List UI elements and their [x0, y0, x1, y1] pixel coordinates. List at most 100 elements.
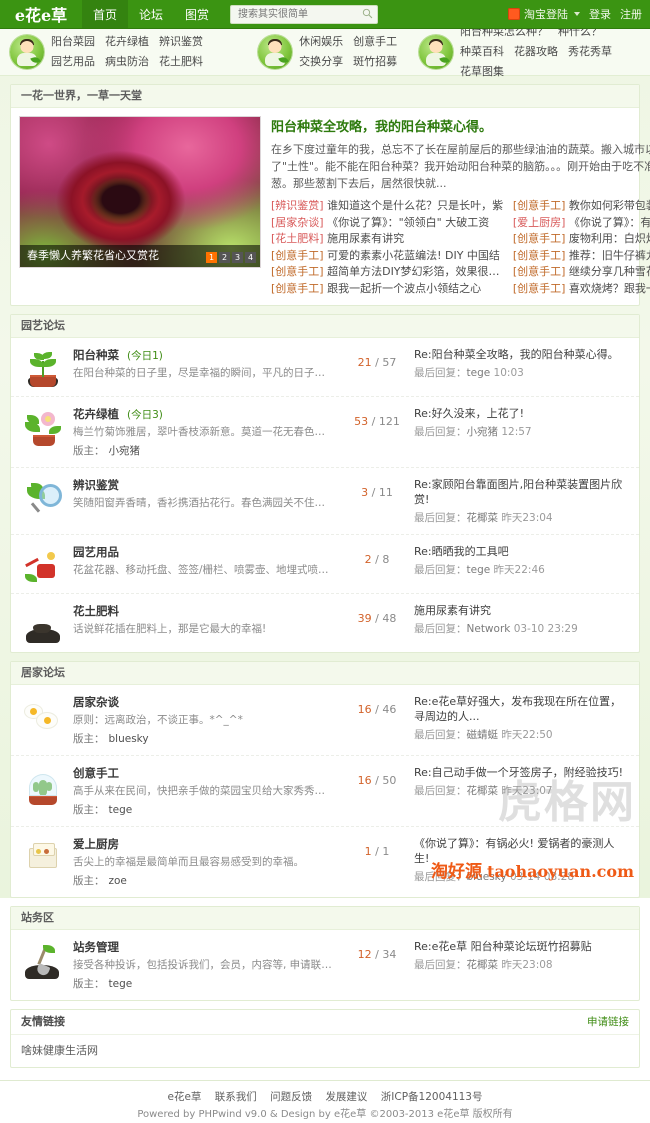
forum-name[interactable]: 居家杂谈 — [73, 694, 334, 710]
feature-pager-1[interactable]: 1 — [206, 252, 217, 263]
login-link[interactable]: 登录 — [589, 6, 611, 22]
forum-name[interactable]: 辨识鉴赏 — [73, 477, 334, 493]
list-item[interactable]: [创意手工] 喜欢烧烤？跟我一起利用废油桶改造 — [513, 281, 650, 298]
last-post-title[interactable]: Re:e花e草好强大，发布我现在所在位置，寻周边的人... — [414, 694, 629, 724]
taobao-login-link[interactable]: 淘宝登陆 — [524, 6, 568, 22]
table-row[interactable]: 园艺用品 花盆花器、移动托盘、签签/栅栏、喷雾壶、地埋式喷头、散喷/渗灌/滴头、… — [11, 535, 639, 594]
last-post-user[interactable]: bluesky — [467, 871, 507, 883]
last-post-title[interactable]: 施用尿素有讲究 — [414, 603, 629, 618]
last-post-title[interactable]: 《你说了算》：有锅必火! 爱锅者的豪测人生! — [414, 836, 629, 866]
last-post-user[interactable]: 花椰菜 — [467, 959, 499, 971]
list-item[interactable]: [辨识鉴赏] 谁知道这个是什么花？只是长叶，紫 — [271, 198, 507, 215]
list-item[interactable]: [创意手工] 跟我一起折一个波点小领结之心 — [271, 281, 507, 298]
forum-name[interactable]: 创意手工 — [73, 765, 334, 781]
cat-link-identify[interactable]: 辨识鉴赏 — [159, 32, 203, 52]
last-post-title[interactable]: Re:e花e草 阳台种菜论坛斑竹招募贴 — [414, 939, 629, 954]
list-item[interactable]: [创意手工] 超简单方法DIY梦幻彩箔，效果很棒。 — [271, 264, 507, 281]
feature-pager[interactable]: 1 2 3 4 — [206, 252, 256, 263]
last-post-title[interactable]: Re:自己动手做一个牙签房子，附经验技巧! — [414, 765, 629, 780]
chevron-down-icon[interactable] — [574, 12, 580, 16]
last-post-user[interactable]: tege — [467, 564, 491, 576]
search-box[interactable] — [230, 4, 379, 24]
last-post-user[interactable]: 磁蜻蜓 — [467, 729, 499, 741]
last-post-user[interactable]: tege — [467, 367, 491, 379]
cat-link-veggie-wiki[interactable]: 种菜百科 — [460, 42, 504, 62]
nav-item-gallery[interactable]: 图赏 — [174, 0, 220, 28]
footer-link-suggestions[interactable]: 发展建议 — [325, 1091, 367, 1103]
last-post-title[interactable]: Re:家顾阳台靠面图片,阳台种菜装置图片欣赏! — [414, 477, 629, 507]
cat-link-flowers-plants[interactable]: 花卉绿植 — [105, 32, 149, 52]
table-row[interactable]: 居家杂谈 原则：远离政治，不谈正事。*^_^* 版主： bluesky 16 / … — [11, 685, 639, 756]
last-post-title[interactable]: Re:阳台种菜全攻略，我的阳台种菜心得。 — [414, 347, 629, 362]
apply-link-button[interactable]: 申请链接 — [587, 1010, 629, 1034]
cat-link-entertainment[interactable]: 休闲娱乐 — [299, 32, 343, 52]
table-row[interactable]: 花土肥料 话说鲜花插在肥料上，那是它最大的幸福! 39 / 48 施用尿素有讲究… — [11, 594, 639, 652]
nav-item-forum[interactable]: 论坛 — [128, 0, 174, 28]
list-item[interactable]: [花土肥料] 施用尿素有讲究 — [271, 231, 507, 248]
footer-link-feedback[interactable]: 问题反馈 — [270, 1091, 312, 1103]
cat-link-exchange[interactable]: 交换分享 — [299, 52, 343, 72]
cat-link-pest-control[interactable]: 病虫防治 — [105, 52, 149, 72]
friend-link-item[interactable]: 啥妹健康生活网 — [21, 1044, 98, 1057]
cat-link-show-flowers[interactable]: 秀花秀草 — [568, 42, 612, 62]
last-post-title[interactable]: Re:晒晒我的工具吧 — [414, 544, 629, 559]
last-post-user[interactable]: 花椰菜 — [467, 785, 499, 797]
link-title[interactable]: 施用尿素有讲究 — [327, 232, 404, 245]
list-item[interactable]: [创意手工] 废物利用：白炽灯泡的美轮世界!~ — [513, 231, 650, 248]
moderator-name[interactable]: bluesky — [109, 733, 149, 745]
forum-name[interactable]: 站务管理 — [73, 939, 334, 955]
link-title[interactable]: 超简单方法DIY梦幻彩箔，效果很棒。 — [327, 265, 507, 278]
last-post-title[interactable]: Re:好久没来，上花了! — [414, 406, 629, 421]
cat-link-balcony-garden[interactable]: 阳台菜园 — [51, 32, 95, 52]
link-title[interactable]: 《你说了算》："领领白" 大破工资 — [327, 216, 489, 229]
site-logo[interactable]: e花e草 — [0, 0, 82, 28]
moderator-name[interactable]: zoe — [109, 875, 127, 887]
cat-link-plant-album[interactable]: 花草图集 — [460, 62, 504, 82]
cat-link-handcraft[interactable]: 创意手工 — [353, 32, 397, 52]
footer-link-contact[interactable]: 联系我们 — [215, 1091, 257, 1103]
list-item[interactable]: [爱上厨房] 《你说了算》：有锅必火! 爱锅者的 — [513, 215, 650, 232]
feature-pager-2[interactable]: 2 — [219, 252, 230, 263]
list-item[interactable]: [创意手工] 推荐：旧牛仔裤九个环保处理法，超 — [513, 248, 650, 265]
forum-name[interactable]: 花土肥料 — [73, 603, 334, 619]
search-input[interactable] — [236, 5, 357, 23]
link-title[interactable]: 跟我一起折一个波点小领结之心 — [327, 282, 481, 295]
table-row[interactable]: 爱上厨房 舌尖上的幸福是最简单而且最容易感受到的幸福。 版主： zoe 1 / 1… — [11, 827, 639, 897]
last-post-user[interactable]: 小宛猪 — [467, 426, 499, 438]
table-row[interactable]: 辨识鉴赏 笑随阳窗弄香晴，香衫携酒拈花行。春色满园关不住，一支红杏出墙来。 3 … — [11, 468, 639, 535]
feature-pager-3[interactable]: 3 — [232, 252, 243, 263]
link-title[interactable]: 谁知道这个是什么花？只是长叶，紫 — [327, 199, 503, 212]
nav-item-home[interactable]: 首页 — [82, 0, 129, 28]
table-row[interactable]: 创意手工 高手从来在民间，快把亲手做的菜园宝贝给大家秀秀吧~~ 版主： tege … — [11, 756, 639, 827]
forum-name[interactable]: 阳台种菜 (今日1) — [73, 347, 334, 363]
taobao-login-entry[interactable]: 淘宝登陆 — [508, 6, 580, 22]
link-title[interactable]: 喜欢烧烤？跟我一起利用废油桶改造 — [569, 282, 650, 295]
list-item[interactable]: [居家杂谈] 《你说了算》："领领白" 大破工资 — [271, 215, 507, 232]
table-row[interactable]: 阳台种菜 (今日1) 在阳台种菜的日子里，尽是幸福的瞬间，平凡的日子有了甜蜜的期… — [11, 338, 639, 397]
table-row[interactable]: 站务管理 接受各种投诉，包括投诉我们，会员，内容等, 申请联盟论坛等。 版主： t… — [11, 930, 639, 1000]
search-icon[interactable] — [362, 8, 373, 19]
list-item[interactable]: [创意手工] 继续分享几种雪花手工剪纸 — [513, 264, 650, 281]
feature-image[interactable]: 春季懒人养繁花省心又赏花 1 2 3 4 — [19, 116, 261, 268]
list-item[interactable]: [创意手工] 可爱的素素小花蓝编法! DIY 中国结 — [271, 248, 507, 265]
link-title[interactable]: 推荐：旧牛仔裤九个环保处理法，超 — [569, 249, 650, 262]
moderator-name[interactable]: tege — [109, 804, 133, 816]
moderator-name[interactable]: tege — [109, 978, 133, 990]
footer-link-icp[interactable]: 浙ICP备12004113号 — [381, 1091, 483, 1103]
link-title[interactable]: 《你说了算》：有锅必火! 爱锅者的 — [569, 216, 650, 229]
moderator-name[interactable]: 小宛猪 — [109, 445, 141, 457]
forum-name[interactable]: 园艺用品 — [73, 544, 334, 560]
link-title[interactable]: 可爱的素素小花蓝编法! DIY 中国结 — [327, 249, 500, 262]
last-post-user[interactable]: 花椰菜 — [467, 512, 499, 524]
cat-link-supplies[interactable]: 园艺用品 — [51, 52, 95, 72]
cat-link-soil-fertilizer[interactable]: 花土肥料 — [159, 52, 203, 72]
link-title[interactable]: 继续分享几种雪花手工剪纸 — [569, 265, 650, 278]
feature-title[interactable]: 阳台种菜全攻略，我的阳台种菜心得。 — [271, 116, 650, 135]
table-row[interactable]: 花卉绿植 (今日3) 梅兰竹菊饰雅居，翠叶香枝添新意。莫道一花无春色，绿染满眼皆… — [11, 397, 639, 468]
forum-name[interactable]: 爱上厨房 — [73, 836, 334, 852]
list-item[interactable]: [创意手工] 教你如何彩带包装礼品盒 — [513, 198, 650, 215]
last-post-user[interactable]: Network — [467, 623, 511, 635]
cat-link-planter-guide[interactable]: 花器攻略 — [514, 42, 558, 62]
cat-link-moderator-recruit[interactable]: 斑竹招募 — [353, 52, 397, 72]
register-link[interactable]: 注册 — [620, 6, 642, 22]
